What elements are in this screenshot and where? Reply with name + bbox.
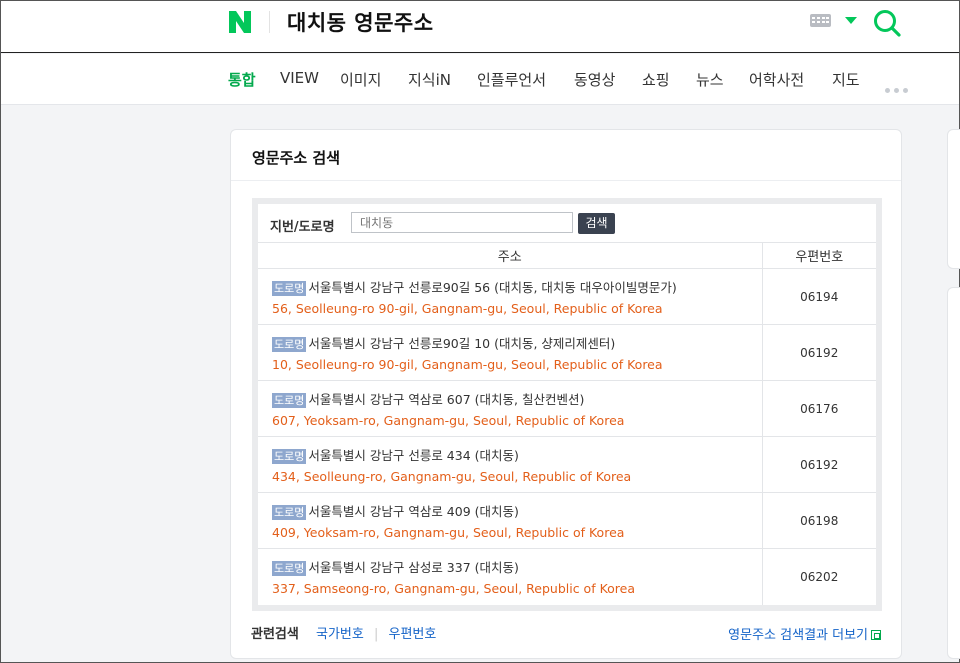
search-query[interactable]: 대치동 영문주소 (287, 7, 434, 37)
korean-address-text: 서울특별시 강남구 선릉로90길 56 (대치동, 대치동 대우아이빌명문가) (308, 280, 677, 295)
card-title: 영문주소 검색 (252, 149, 341, 167)
korean-address-text: 서울특별시 강남구 역삼로 409 (대치동) (308, 504, 519, 519)
english-address: 607, Yeoksam-ro, Gangnam-gu, Seoul, Repu… (272, 413, 625, 428)
korean-address: 도로명 서울특별시 강남구 선릉로90길 10 (대치동, 샹제리제센터) (272, 333, 762, 352)
road-name-badge: 도로명 (272, 337, 307, 352)
tab-knowledge-in[interactable]: 지식iN (408, 69, 451, 90)
more-results-label: 영문주소 검색결과 더보기 (728, 628, 868, 643)
english-address-card: 영문주소 검색 지번/도로명 검색 주소 우편번호 도로명서울특별시 강남구 선… (230, 129, 902, 659)
tab-map[interactable]: 지도 (832, 69, 860, 90)
korean-address: 도로명 서울특별시 강남구 역삼로 409 (대치동) (272, 501, 762, 520)
side-panel-card (947, 129, 960, 269)
english-address: 434, Seolleung-ro, Gangnam-gu, Seoul, Re… (272, 469, 632, 484)
table-row: 도로명 서울특별시 강남구 삼성로 337 (대치동) 337, Samseong-… (258, 548, 876, 605)
address-search-row: 지번/도로명 검색 (258, 204, 876, 244)
related-searches: 관련검색 국가번호 | 우편번호 (251, 623, 436, 642)
road-name-badge: 도로명 (272, 505, 307, 520)
address-search-panel: 지번/도로명 검색 주소 우편번호 도로명서울특별시 강남구 선릉로90길 56… (252, 198, 882, 611)
column-header-zip: 우편번호 (762, 242, 876, 269)
divider (231, 180, 901, 181)
address-cell: 도로명 서울특별시 강남구 선릉로 434 (대치동) 434, Seolleung… (258, 436, 763, 493)
tab-integrated[interactable]: 통합 (228, 69, 256, 90)
address-search-button[interactable]: 검색 (578, 213, 615, 234)
top-header: 대치동 영문주소 (1, 1, 959, 53)
korean-address-text: 서울특별시 강남구 역삼로 607 (대치동, 칠산컨벤션) (308, 392, 585, 407)
english-address: 337, Samseong-ro, Gangnam-gu, Seoul, Rep… (272, 581, 636, 597)
address-cell: 도로명 서울특별시 강남구 삼성로 337 (대치동) 337, Samseong-… (258, 548, 763, 605)
column-header-address: 주소 (258, 242, 763, 269)
more-tabs-icon[interactable] (885, 78, 912, 97)
korean-address: 도로명 서울특별시 강남구 선릉로 434 (대치동) (272, 445, 762, 464)
divider: | (373, 627, 379, 642)
tab-news[interactable]: 뉴스 (696, 69, 724, 90)
address-cell: 도로명 서울특별시 강남구 역삼로 409 (대치동) 409, Yeoksam-r… (258, 492, 763, 549)
naver-n-logo-icon[interactable] (227, 9, 253, 35)
zip-code: 06198 (762, 492, 876, 549)
related-link-zip-code[interactable]: 우편번호 (389, 627, 437, 642)
related-label: 관련검색 (251, 627, 299, 642)
table-row: 도로명 서울특별시 강남구 역삼로 607 (대치동, 칠산컨벤션) 607, Ye… (258, 380, 876, 437)
tab-influencer[interactable]: 인플루언서 (477, 69, 546, 90)
road-name-badge: 도로명 (272, 393, 307, 408)
address-cell: 도로명 서울특별시 강남구 선릉로90길 56 (대치동, 대치동 대우아이빌명문… (258, 268, 763, 325)
address-search-input[interactable] (351, 212, 573, 233)
keyboard-icon[interactable] (810, 14, 831, 27)
korean-address-text: 서울특별시 강남구 삼성로 337 (대치동) (308, 560, 519, 576)
tab-dictionary[interactable]: 어학사전 (749, 69, 804, 90)
road-name-badge: 도로명 (272, 281, 307, 296)
english-address: 409, Yeoksam-ro, Gangnam-gu, Seoul, Repu… (272, 525, 625, 540)
address-table: 주소 우편번호 도로명 서울특별시 강남구 선릉로90길 56 (대치동, 대치동… (258, 242, 876, 605)
zip-code: 06192 (762, 324, 876, 381)
address-cell: 도로명 서울특별시 강남구 선릉로90길 10 (대치동, 샹제리제센터) 10, … (258, 324, 763, 381)
search-tabs: 통합 VIEW 이미지 지식iN 인플루언서 동영상 쇼핑 뉴스 어학사전 지도 (1, 54, 959, 105)
more-results-link[interactable]: 영문주소 검색결과 더보기 (728, 624, 881, 643)
zip-code: 06194 (762, 268, 876, 325)
korean-address: 도로명 서울특별시 강남구 선릉로90길 56 (대치동, 대치동 대우아이빌명문… (272, 277, 762, 296)
table-row: 도로명 서울특별시 강남구 선릉로90길 10 (대치동, 샹제리제센터) 10, … (258, 324, 876, 381)
tab-view[interactable]: VIEW (280, 69, 319, 87)
table-row: 도로명 서울특별시 강남구 선릉로 434 (대치동) 434, Seolleung… (258, 436, 876, 493)
english-address: 56, Seolleung-ro 90-gil, Gangnam-gu, Seo… (272, 301, 663, 316)
road-name-badge: 도로명 (272, 561, 307, 577)
zip-code: 06192 (762, 436, 876, 493)
english-address: 10, Seolleung-ro 90-gil, Gangnam-gu, Seo… (272, 357, 663, 372)
road-name-badge: 도로명 (272, 449, 307, 464)
zip-code: 06176 (762, 380, 876, 437)
korean-address: 도로명 서울특별시 강남구 역삼로 607 (대치동, 칠산컨벤션) (272, 389, 762, 408)
search-icon[interactable] (872, 8, 902, 38)
korean-address-text: 서울특별시 강남구 선릉로 434 (대치동) (308, 448, 519, 463)
logo-divider (269, 11, 270, 33)
korean-address-text: 서울특별시 강남구 선릉로90길 10 (대치동, 샹제리제센터) (308, 336, 616, 351)
related-link-country-code[interactable]: 국가번호 (316, 627, 364, 642)
address-cell: 도로명 서울특별시 강남구 역삼로 607 (대치동, 칠산컨벤션) 607, Ye… (258, 380, 763, 437)
side-panel-card (947, 287, 960, 659)
table-row: 도로명 서울특별시 강남구 선릉로90길 56 (대치동, 대치동 대우아이빌명문… (258, 268, 876, 325)
korean-address: 도로명 서울특별시 강남구 삼성로 337 (대치동) (272, 557, 762, 577)
zip-code: 06202 (800, 569, 839, 584)
external-link-icon (871, 630, 881, 640)
tab-shopping[interactable]: 쇼핑 (642, 69, 670, 90)
table-row: 도로명 서울특별시 강남구 역삼로 409 (대치동) 409, Yeoksam-r… (258, 492, 876, 549)
tab-images[interactable]: 이미지 (340, 69, 381, 90)
caret-down-icon[interactable] (845, 17, 857, 24)
tab-video[interactable]: 동영상 (574, 69, 615, 90)
search-label: 지번/도로명 (270, 220, 335, 235)
